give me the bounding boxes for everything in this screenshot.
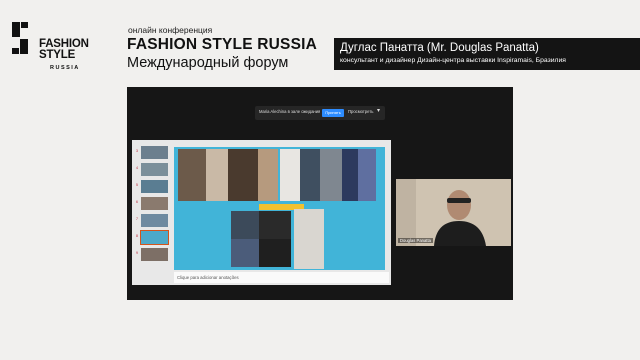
slide-thumbnail[interactable]: 5 — [136, 180, 169, 193]
fashion-photo — [294, 209, 324, 269]
chevron-down-icon[interactable]: ▾ — [377, 107, 380, 114]
slide-thumbnail[interactable]: 6 — [136, 197, 169, 210]
thumb-number: 4 — [136, 166, 138, 170]
speaker-name: Дуглас Панатта (Mr. Douglas Panatta) — [340, 42, 539, 54]
participant-avatar-icon — [396, 179, 511, 246]
shared-presentation: 3 4 5 6 7 8 9 Clique para adicionar anot… — [132, 140, 391, 285]
fashion-photo — [300, 149, 320, 201]
thumb-image — [141, 163, 168, 176]
thumb-number: 6 — [136, 200, 138, 204]
fashion-photo — [259, 211, 291, 239]
logo-subtext: RUSSIA — [50, 65, 80, 71]
conference-label: онлайн конференция — [128, 25, 213, 35]
zoom-window: Maria Alechina в зале ожидания Принять П… — [127, 87, 513, 300]
slide-thumbnail[interactable]: 9 — [136, 248, 169, 261]
slide-notes-field[interactable]: Clique para adicionar anotações — [174, 272, 389, 283]
thumb-image — [141, 248, 168, 261]
fashion-photo — [342, 149, 358, 201]
fashion-photo — [358, 149, 376, 201]
waiting-room-notification: Maria Alechina в зале ожидания Принять П… — [255, 106, 385, 120]
logo-text: FASHION STYLE — [39, 38, 89, 61]
thumb-number: 5 — [136, 183, 138, 187]
thumb-number: 8 — [136, 234, 138, 238]
participant-video: Douglas Panatta — [396, 179, 511, 246]
fashion-photo — [258, 149, 278, 201]
conference-title: FASHION STYLE RUSSIA — [127, 36, 318, 53]
slide-thumbnails: 3 4 5 6 7 8 9 — [136, 146, 169, 265]
slide-thumbnail[interactable]: 7 — [136, 214, 169, 227]
notes-placeholder: Clique para adicionar anotações — [177, 274, 239, 280]
slide-thumbnail-selected[interactable]: 8 — [136, 230, 169, 245]
logo-line-2: STYLE — [39, 49, 76, 61]
thumb-image — [141, 180, 168, 193]
brand-logo: FASHION STYLE RUSSIA — [10, 22, 100, 72]
fashion-photo — [320, 149, 342, 201]
thumb-number: 9 — [136, 251, 138, 255]
thumb-image — [141, 214, 168, 227]
speaker-caption: Дуглас Панатта (Mr. Douglas Panatta) кон… — [334, 38, 640, 70]
slide-thumbnail[interactable]: 4 — [136, 163, 169, 176]
thumb-number: 7 — [136, 217, 138, 221]
waiting-room-text: Maria Alechina в зале ожидания — [259, 109, 321, 114]
speaker-role: консультант и дизайнер Дизайн-центра выс… — [340, 57, 566, 64]
fashion-photo — [206, 149, 228, 201]
current-slide — [174, 147, 385, 270]
preview-button[interactable]: Просмотреть — [348, 109, 373, 114]
thumb-image — [140, 230, 169, 245]
thumb-image — [141, 146, 168, 159]
thumb-number: 3 — [136, 149, 138, 153]
fashion-photo — [231, 211, 259, 239]
fashion-photo — [231, 239, 259, 267]
accept-button[interactable]: Принять — [322, 109, 344, 117]
fashion-photo — [228, 149, 258, 201]
thumb-image — [141, 197, 168, 210]
fashion-photo — [178, 149, 206, 201]
conference-subtitle: Международный форум — [127, 55, 289, 71]
fashion-photo — [280, 149, 300, 201]
participant-name: Douglas Panatta — [398, 238, 433, 243]
slide-thumbnail[interactable]: 3 — [136, 146, 169, 159]
logo-mark-icon — [12, 22, 28, 54]
fashion-photo — [259, 239, 291, 267]
